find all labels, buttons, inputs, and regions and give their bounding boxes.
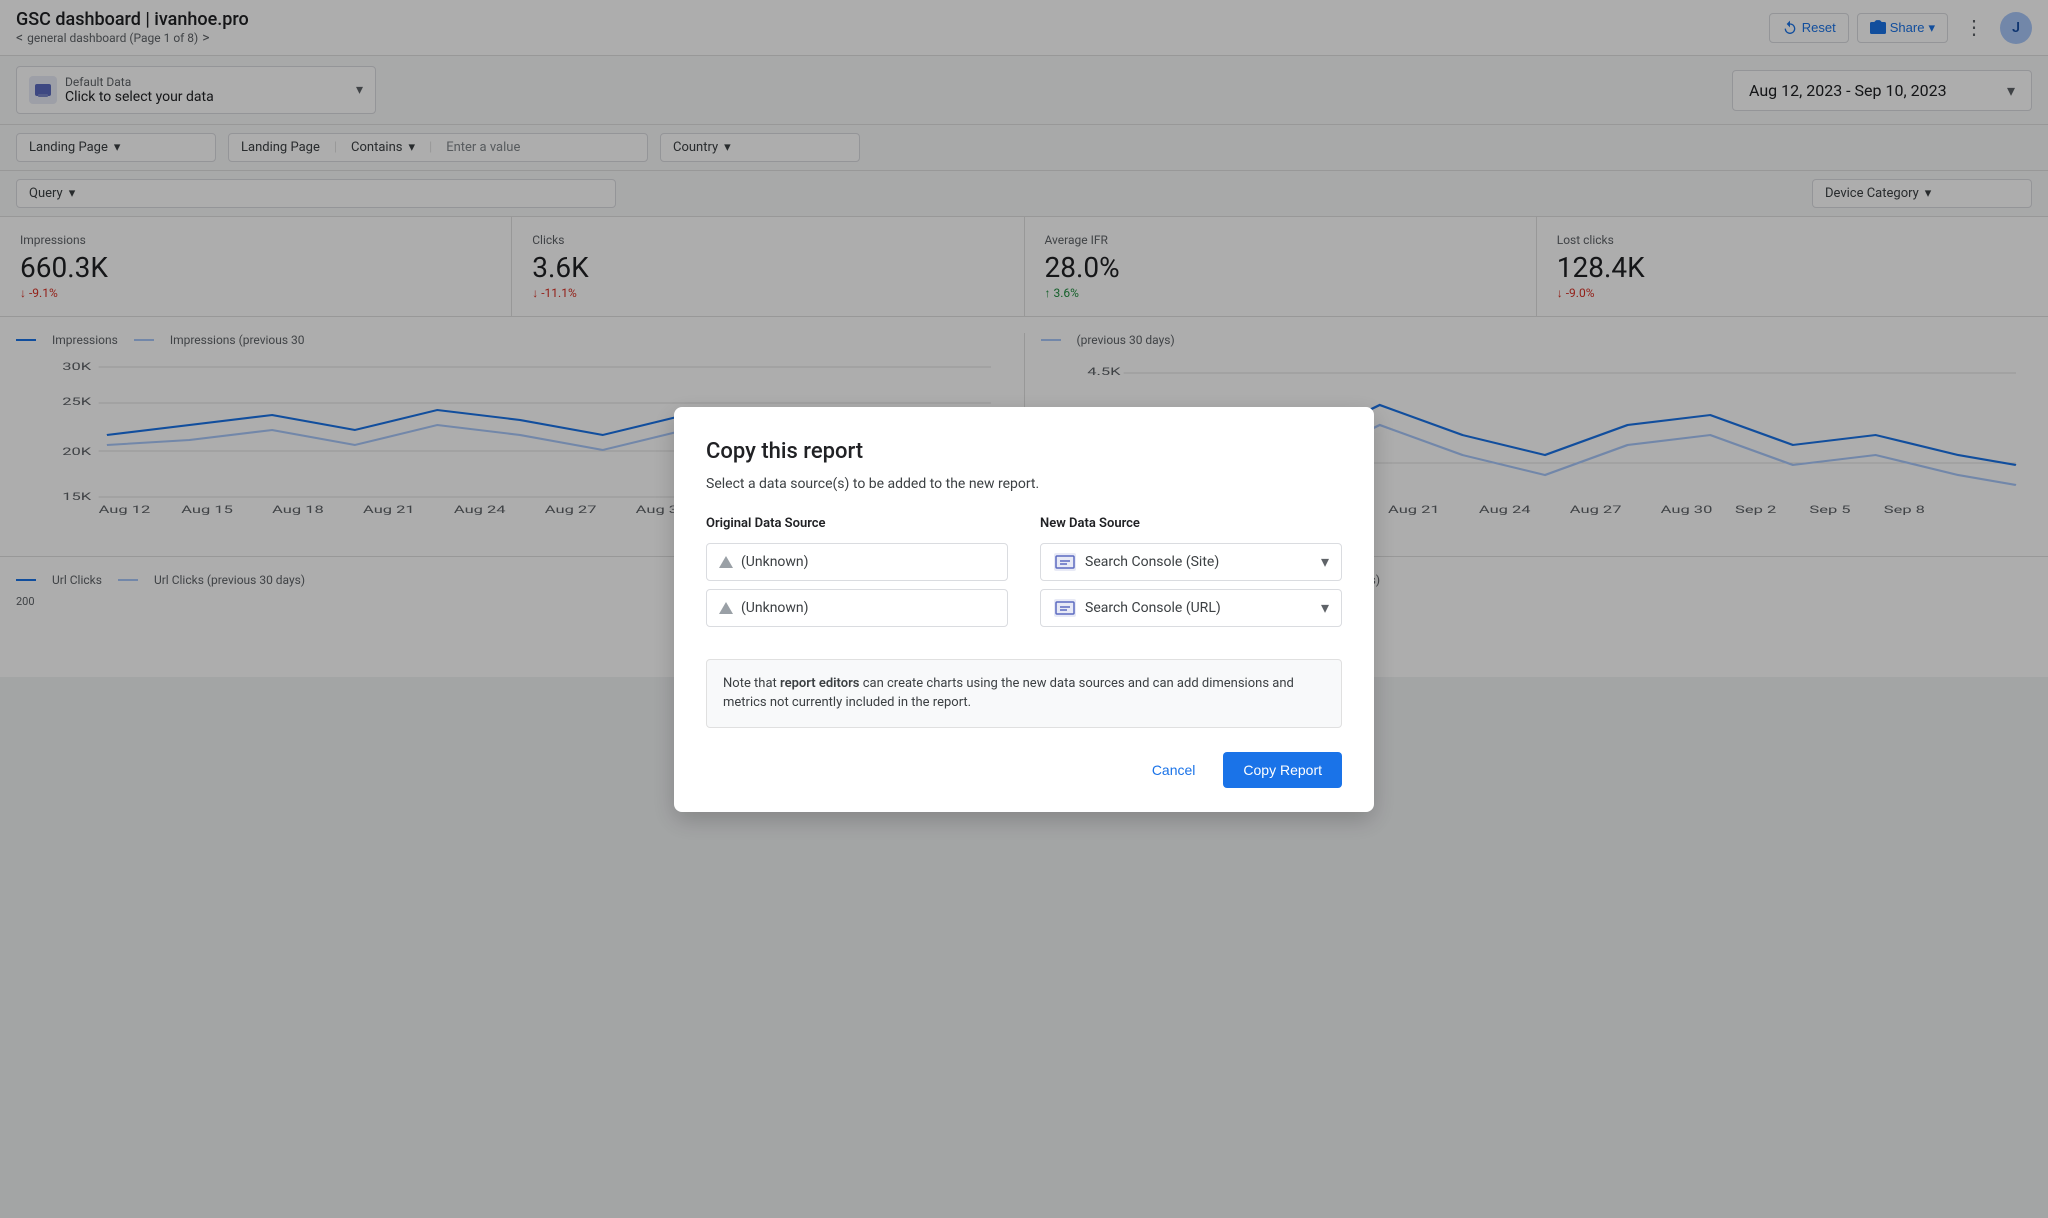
modal-columns: Original Data Source (Unknown) (Unknown)…	[706, 516, 1342, 635]
search-console-site-icon	[1053, 552, 1077, 572]
original-source-row-1: (Unknown)	[706, 543, 1008, 581]
new-source-1-label: Search Console (Site)	[1085, 554, 1313, 570]
unknown-source-icon-1	[719, 556, 733, 568]
modal-subtitle: Select a data source(s) to be added to t…	[706, 476, 1342, 492]
new-source-2-dropdown-icon[interactable]: ▾	[1321, 598, 1329, 617]
report-editors-highlight: report editors	[780, 676, 859, 691]
gsc-site-icon-svg	[1054, 553, 1076, 571]
gsc-url-icon-svg	[1054, 599, 1076, 617]
search-console-url-icon	[1053, 598, 1077, 618]
new-source-row-1[interactable]: Search Console (Site) ▾	[1040, 543, 1342, 581]
modal-col-divider	[1008, 516, 1040, 635]
modal-overlay: Copy this report Select a data source(s)…	[0, 0, 2048, 1218]
original-source-col: Original Data Source (Unknown) (Unknown)	[706, 516, 1008, 635]
new-source-row-2[interactable]: Search Console (URL) ▾	[1040, 589, 1342, 627]
new-source-2-label: Search Console (URL)	[1085, 600, 1313, 616]
cancel-button[interactable]: Cancel	[1136, 752, 1212, 788]
modal-title: Copy this report	[706, 439, 1342, 464]
unknown-source-icon-2	[719, 602, 733, 614]
new-source-1-dropdown-icon[interactable]: ▾	[1321, 552, 1329, 571]
original-source-row-2: (Unknown)	[706, 589, 1008, 627]
copy-report-modal: Copy this report Select a data source(s)…	[674, 407, 1374, 812]
original-source-1-label: (Unknown)	[741, 554, 809, 570]
modal-note: Note that report editors can create char…	[706, 659, 1342, 728]
copy-report-button[interactable]: Copy Report	[1223, 752, 1342, 788]
new-source-header: New Data Source	[1040, 516, 1342, 531]
new-source-col: New Data Source Search Console (Site) ▾	[1040, 516, 1342, 635]
modal-actions: Cancel Copy Report	[706, 752, 1342, 788]
original-source-2-label: (Unknown)	[741, 600, 809, 616]
original-source-header: Original Data Source	[706, 516, 1008, 531]
